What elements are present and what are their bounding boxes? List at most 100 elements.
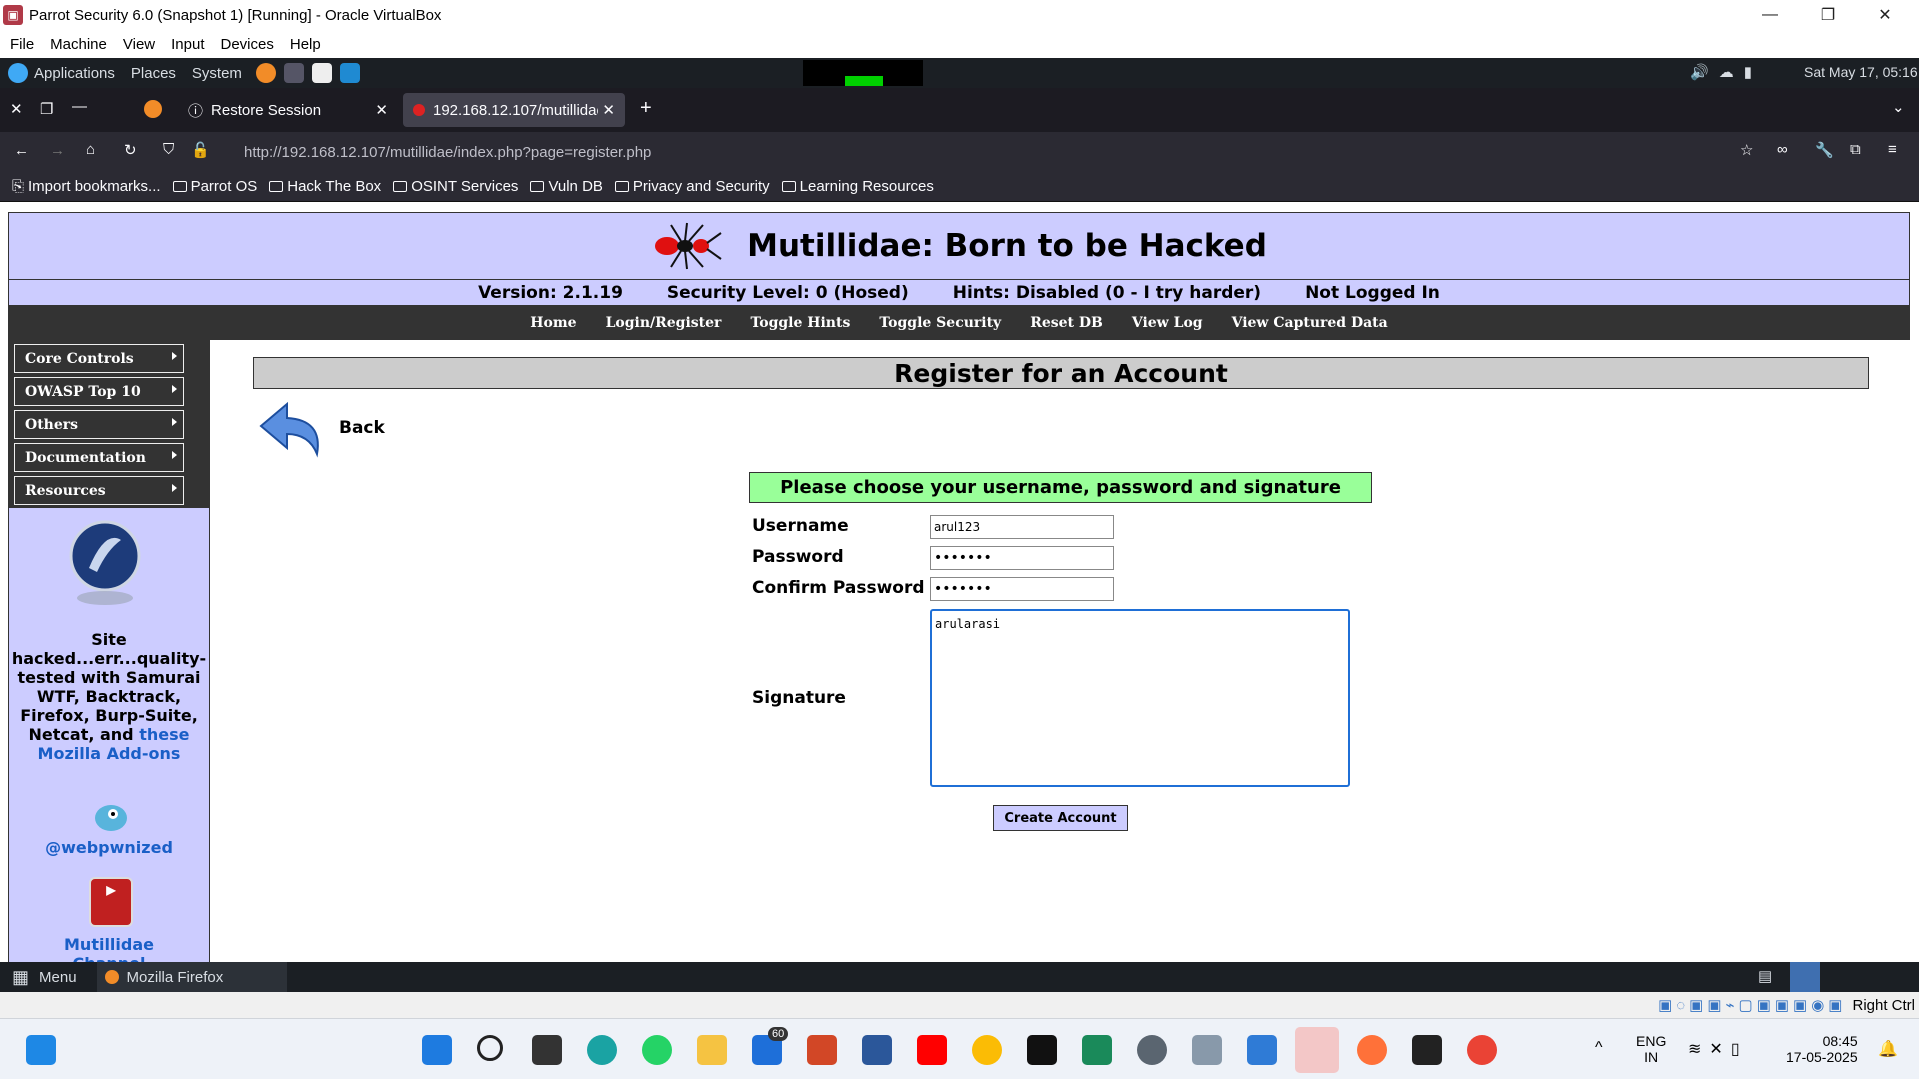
language-indicator[interactable]: ENG IN (1636, 1033, 1666, 1065)
url-bar[interactable]: http://192.168.12.107/mutillidae/index.p… (160, 136, 1710, 168)
menu-view[interactable]: View (123, 36, 155, 53)
system-menu[interactable]: System (192, 65, 242, 82)
minimize-button[interactable]: — (1747, 0, 1793, 30)
vscode-app-icon[interactable] (1082, 1035, 1112, 1065)
nav-toggle-security[interactable]: Toggle Security (879, 315, 1001, 331)
clock[interactable]: Sat May 17, 05:16 (1804, 64, 1918, 80)
windows-start-icon[interactable] (422, 1035, 452, 1065)
sidebar-item-resources[interactable]: Resources (14, 476, 184, 505)
minimize-window-icon[interactable]: — (72, 98, 87, 115)
menu-help[interactable]: Help (290, 36, 321, 53)
sidebar-item-core-controls[interactable]: Core Controls (14, 344, 184, 373)
nav-reset-db[interactable]: Reset DB (1030, 315, 1103, 331)
menu-machine[interactable]: Machine (50, 36, 107, 53)
sidebar-item-owasp-top-10[interactable]: OWASP Top 10 (14, 377, 184, 406)
menu-devices[interactable]: Devices (221, 36, 274, 53)
grid-menu-icon[interactable]: ▦ (12, 967, 29, 988)
chevron-up-icon[interactable]: ^ (1595, 1039, 1603, 1057)
forward-icon[interactable]: → (50, 142, 65, 159)
private-mask-icon[interactable]: ∞ (1777, 141, 1788, 158)
close-window-icon[interactable]: ✕ (10, 100, 23, 118)
notepad-icon[interactable] (1247, 1035, 1277, 1065)
nav-toggle-hints[interactable]: Toggle Hints (750, 315, 850, 331)
whatsapp-icon[interactable] (642, 1035, 672, 1065)
home-icon[interactable]: ⌂ (86, 141, 95, 158)
twitter-bird-icon[interactable] (87, 800, 133, 836)
widgets-icon[interactable] (26, 1035, 56, 1065)
menu-icon[interactable]: ≡ (1888, 141, 1897, 158)
wrench-icon[interactable]: 🔧 (1815, 141, 1834, 159)
menu-file[interactable]: File (10, 36, 34, 53)
bookmark-privacy[interactable]: Privacy and Security (614, 178, 770, 195)
bookmark-parrot-os[interactable]: Parrot OS (172, 178, 257, 195)
bookmark-import[interactable]: ⎘ Import bookmarks... (12, 178, 161, 195)
vscode-launcher-icon[interactable] (339, 63, 360, 83)
close-button[interactable]: ✕ (1862, 0, 1908, 30)
tab-close-icon[interactable]: ✕ (375, 101, 388, 119)
nav-login-register[interactable]: Login/Register (606, 315, 722, 331)
youtube-channel-link[interactable]: Mutillidae Channel (9, 935, 209, 962)
network-icon[interactable]: ☁ (1719, 63, 1734, 83)
bookmark-osint[interactable]: OSINT Services (393, 178, 518, 195)
youtube-app-icon[interactable] (917, 1035, 947, 1065)
windows-clock[interactable]: 08:45 17-05-2025 (1786, 1033, 1858, 1065)
extensions-icon[interactable]: ⧉ (1850, 141, 1861, 158)
password-input[interactable]: ••••••• (930, 546, 1114, 570)
bookmark-hack-the-box[interactable]: Hack The Box (269, 178, 381, 195)
firefox-app-icon[interactable] (1357, 1035, 1387, 1065)
tab-restore-session[interactable]: ⓘ Restore Session ✕ (178, 93, 398, 127)
file-explorer-icon[interactable] (697, 1035, 727, 1065)
volume-icon[interactable]: 🔊 (1690, 63, 1709, 83)
youtube-icon[interactable]: ▶ (89, 877, 133, 927)
places-menu[interactable]: Places (131, 65, 176, 82)
applications-menu[interactable]: Applications (8, 63, 115, 83)
bookmark-learning[interactable]: Learning Resources (781, 178, 934, 195)
snipping-tool-icon[interactable] (1295, 1027, 1339, 1073)
firefox-launcher-icon[interactable] (255, 63, 276, 83)
spider-app-icon[interactable] (1192, 1035, 1222, 1065)
bookmark-vuln-db[interactable]: Vuln DB (530, 178, 603, 195)
chrome-icon[interactable] (972, 1035, 1002, 1065)
terminal-launcher-icon[interactable] (283, 63, 304, 83)
confirm-password-input[interactable]: ••••••• (930, 577, 1114, 601)
wifi-sound-battery-icons[interactable]: ≋✕▯ (1688, 1039, 1748, 1059)
nav-home[interactable]: Home (530, 315, 576, 331)
sidebar-item-others[interactable]: Others (14, 410, 184, 439)
signature-textarea[interactable]: arularasi (930, 609, 1350, 787)
nav-view-log[interactable]: View Log (1132, 315, 1203, 331)
addons-link[interactable]: these (139, 725, 189, 744)
terminal-icon[interactable] (1027, 1035, 1057, 1065)
active-workspace-icon[interactable] (1790, 962, 1820, 992)
edge-icon[interactable] (587, 1035, 617, 1065)
tab-close-icon[interactable]: ✕ (602, 101, 615, 119)
addons-link[interactable]: Mozilla Add-ons (9, 744, 209, 763)
menu-button[interactable]: Menu (39, 969, 77, 986)
menu-input[interactable]: Input (171, 36, 204, 53)
chrome-profile-icon[interactable] (1467, 1035, 1497, 1065)
new-tab-button[interactable]: + (640, 97, 652, 120)
text-editor-launcher-icon[interactable] (311, 63, 332, 83)
back-link[interactable]: Back (257, 398, 385, 458)
twitter-link[interactable]: @webpwnized (9, 838, 209, 857)
virtualbox-app-icon[interactable] (1412, 1035, 1442, 1065)
task-view-icon[interactable] (532, 1035, 562, 1065)
firefox-view-icon[interactable] (144, 100, 162, 118)
search-icon[interactable] (477, 1035, 503, 1061)
settings-icon[interactable] (1137, 1035, 1167, 1065)
list-tabs-icon[interactable]: ⌄ (1892, 98, 1905, 116)
taskbar-firefox-window[interactable]: Mozilla Firefox (96, 962, 287, 992)
sidebar-item-documentation[interactable]: Documentation (14, 443, 184, 472)
workspace-icon[interactable]: ▤ (1758, 967, 1772, 985)
create-account-button[interactable]: Create Account (993, 805, 1128, 831)
tab-mutillidae[interactable]: 192.168.12.107/mutillidae/ ✕ (403, 93, 625, 127)
back-icon[interactable]: ← (14, 142, 29, 159)
notification-bell-icon[interactable]: 🔔 (1878, 1039, 1898, 1059)
username-input[interactable]: arul123 (930, 515, 1114, 539)
restore-button[interactable]: ❐ (1805, 0, 1851, 30)
bookmark-star-icon[interactable]: ☆ (1740, 141, 1753, 159)
word-icon[interactable] (862, 1035, 892, 1065)
nav-view-captured-data[interactable]: View Captured Data (1232, 315, 1388, 331)
restore-window-icon[interactable]: ❐ (40, 100, 53, 118)
vm-device-icons[interactable]: ▣◌▣▣⌁▢▣▣▣◉▣ (1658, 996, 1846, 1014)
powerpoint-icon[interactable] (807, 1035, 837, 1065)
